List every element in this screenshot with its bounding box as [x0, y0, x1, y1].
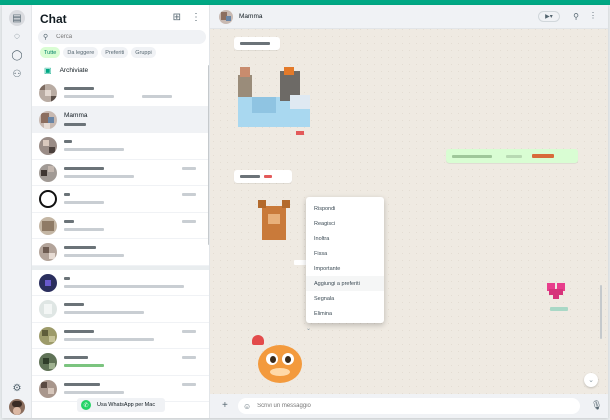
attach-icon[interactable]: +	[222, 400, 228, 411]
message-context-menu: Rispondi Reagisci Inoltra Fissa Importan…	[306, 197, 384, 323]
menu-item-add-favorite[interactable]: Aggiungi a preferiti	[306, 276, 384, 291]
list-item[interactable]	[32, 270, 209, 296]
list-item[interactable]	[32, 80, 209, 107]
scroll-to-bottom-button[interactable]: ⌄	[584, 373, 598, 387]
new-chat-icon[interactable]: ⊞	[173, 12, 181, 23]
chats-icon[interactable]: ▤	[9, 10, 25, 26]
incoming-message[interactable]	[234, 170, 292, 183]
filter-chips: Tutte Da leggere Preferiti Gruppi	[40, 47, 156, 58]
list-item[interactable]	[32, 296, 209, 323]
image-message[interactable]	[238, 67, 310, 129]
list-item[interactable]	[32, 349, 209, 376]
avatar	[39, 300, 57, 318]
avatar	[39, 137, 57, 155]
contact-avatar[interactable]	[219, 10, 233, 24]
avatar	[39, 243, 57, 261]
avatar	[39, 326, 57, 345]
menu-item-forward[interactable]: Inoltra	[306, 231, 384, 246]
filter-favorites[interactable]: Preferiti	[101, 47, 129, 58]
status-icon[interactable]: ◌	[9, 28, 25, 44]
chat-list: Mamma	[32, 80, 209, 402]
search-icon[interactable]: ⚲	[573, 12, 579, 21]
emoji-icon[interactable]: ☺	[243, 402, 251, 411]
sticker-status	[550, 307, 568, 311]
avatar	[39, 216, 57, 235]
sticker-message[interactable]	[254, 200, 294, 246]
list-item[interactable]	[32, 213, 209, 239]
microphone-icon[interactable]: 🎙	[591, 400, 602, 411]
whatsapp-icon: ✆	[81, 400, 91, 410]
avatar	[39, 163, 57, 182]
avatar	[39, 84, 57, 102]
menu-item-pin[interactable]: Fissa	[306, 246, 384, 261]
chevron-down-icon[interactable]: ⌄	[306, 325, 311, 332]
channels-icon[interactable]: ◯	[9, 47, 25, 63]
settings-icon[interactable]: ⚙	[9, 380, 25, 396]
reaction-badge	[296, 131, 304, 135]
video-call-icon[interactable]: ▶▾	[538, 11, 560, 22]
avatar	[39, 353, 57, 371]
app-window: ▤ ◌ ◯ ⚇ ⚙ Chat ⊞ ⋮ ⚲ Tutte Da leggere Pr…	[2, 5, 608, 418]
contact-name: Mamma	[239, 13, 263, 20]
search-input[interactable]	[56, 34, 187, 40]
get-mac-app-button[interactable]: ✆ Usa WhatsApp per Mac	[77, 398, 165, 412]
message-input[interactable]	[257, 403, 558, 409]
filter-unread[interactable]: Da leggere	[63, 47, 99, 58]
avatar	[39, 190, 57, 208]
menu-item-reply[interactable]: Rispondi	[306, 201, 384, 216]
filter-all[interactable]: Tutte	[40, 47, 61, 58]
list-item[interactable]	[32, 239, 209, 266]
menu-item-star[interactable]: Importante	[306, 261, 384, 276]
list-item[interactable]	[32, 133, 209, 160]
list-item[interactable]	[32, 323, 209, 349]
archived-label: Archiviate	[59, 66, 89, 74]
cat-sticker[interactable]	[252, 335, 308, 385]
list-item[interactable]	[32, 160, 209, 186]
menu-item-report[interactable]: Segnala	[306, 291, 384, 306]
chat-name: Mamma	[64, 111, 88, 119]
list-item-selected[interactable]: Mamma	[32, 106, 209, 133]
archive-icon: ▣	[44, 65, 52, 75]
avatar	[39, 110, 57, 129]
heart-sticker[interactable]	[547, 283, 567, 301]
outgoing-message[interactable]	[446, 149, 578, 163]
search-box[interactable]: ⚲	[38, 30, 206, 44]
profile-avatar[interactable]	[9, 399, 25, 415]
incoming-message[interactable]	[234, 37, 280, 50]
list-item[interactable]	[32, 186, 209, 213]
chat-sidebar: Chat ⊞ ⋮ ⚲ Tutte Da leggere Preferiti Gr…	[32, 5, 210, 418]
search-icon: ⚲	[43, 34, 49, 41]
message-box[interactable]: ☺	[238, 398, 580, 414]
avatar	[39, 273, 57, 292]
communities-icon[interactable]: ⚇	[9, 66, 25, 82]
sidebar-title: Chat	[40, 12, 67, 26]
conversation-scrollbar[interactable]	[600, 285, 602, 339]
menu-icon[interactable]: ⋮	[191, 12, 201, 23]
conversation-header[interactable]: Mamma ▶▾ ⚲ ⋮	[210, 5, 608, 29]
menu-icon[interactable]: ⋮	[589, 11, 597, 20]
nav-rail: ▤ ◌ ◯ ⚇ ⚙	[2, 5, 32, 418]
message-composer: + ☺ 🎙	[210, 394, 608, 418]
avatar	[39, 379, 57, 398]
archived-row[interactable]: ▣ Archiviate	[32, 63, 209, 77]
conversation-pane: Mamma ▶▾ ⚲ ⋮ Rispondi Reagisci Inoltra F…	[210, 5, 608, 418]
filter-groups[interactable]: Gruppi	[131, 47, 156, 58]
menu-item-delete[interactable]: Elimina	[306, 306, 384, 321]
mac-button-label: Usa WhatsApp per Mac	[97, 402, 156, 408]
menu-item-react[interactable]: Reagisci	[306, 216, 384, 231]
